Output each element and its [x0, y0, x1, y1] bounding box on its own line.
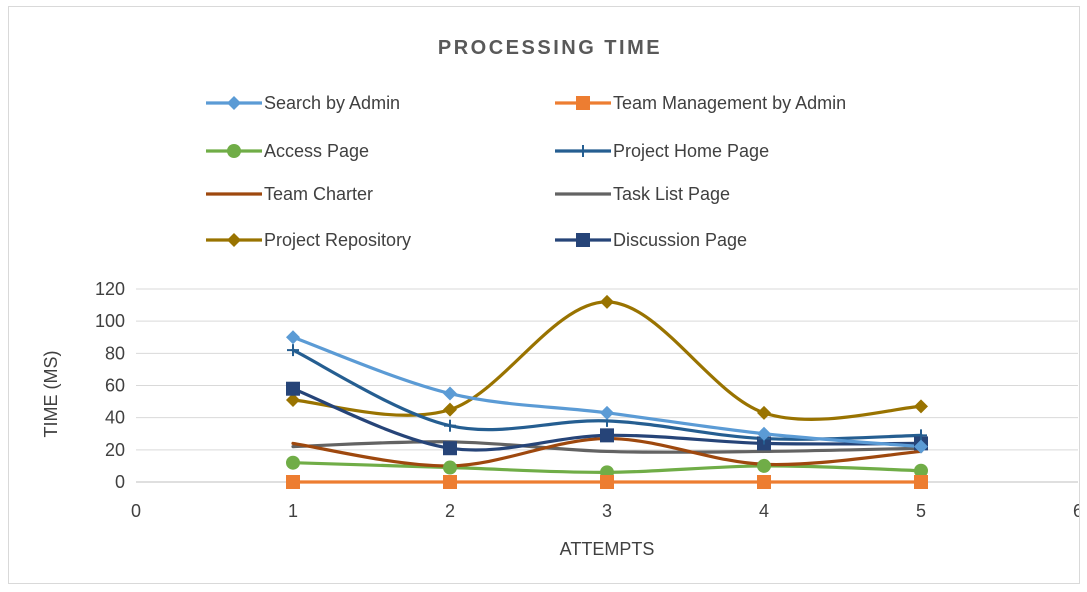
legend-item-access-page: Access Page	[206, 141, 369, 161]
x-tick-label-4: 4	[759, 501, 769, 521]
y-tick-label-60: 60	[105, 376, 125, 396]
legend-label-team-charter: Team Charter	[264, 184, 373, 204]
data-point-team-management-by-admin-2	[443, 475, 457, 489]
y-tick-label-80: 80	[105, 343, 125, 363]
gridlines	[136, 288, 1078, 483]
chart-svg: PROCESSING TIME Search by Admin Team Mana…	[41, 37, 1079, 559]
data-point-team-management-by-admin-1	[286, 475, 300, 489]
series-lines	[291, 300, 923, 484]
data-point-project-home-page-1	[287, 344, 299, 357]
x-tick-label-3: 3	[602, 501, 612, 521]
y-tick-label-100: 100	[95, 311, 125, 331]
legend-label-project-home-page: Project Home Page	[613, 141, 769, 161]
x-tick-label-5: 5	[916, 501, 926, 521]
data-point-discussion-page-2	[443, 441, 457, 456]
y-tick-label-0: 0	[115, 472, 125, 492]
data-point-project-home-page-2	[444, 419, 456, 432]
legend-item-task-list-page: Task List Page	[555, 184, 730, 204]
x-tick-label-6: 6	[1073, 501, 1079, 521]
legend-item-project-home-page: Project Home Page	[555, 141, 769, 161]
legend-marker-project-home-page	[577, 145, 589, 157]
data-point-project-repository-2	[443, 402, 457, 417]
legend-item-team-management-by-admin: Team Management by Admin	[555, 93, 846, 113]
data-point-discussion-page-1	[286, 381, 300, 396]
data-point-team-management-by-admin-4	[757, 475, 771, 489]
legend-marker-search-by-admin	[227, 96, 241, 110]
x-tick-label-2: 2	[445, 501, 455, 521]
data-point-access-page-1	[286, 455, 300, 470]
data-point-discussion-page-3	[600, 428, 614, 443]
data-point-search-by-admin-1	[286, 330, 300, 345]
y-axis-title: TIME (MS)	[41, 351, 61, 438]
data-point-team-management-by-admin-5	[914, 475, 928, 489]
data-point-search-by-admin-2	[443, 386, 457, 401]
legend-label-access-page: Access Page	[264, 141, 369, 161]
y-tick-label-120: 120	[95, 279, 125, 299]
legend-label-project-repository: Project Repository	[264, 230, 411, 250]
legend-item-project-repository: Project Repository	[206, 230, 411, 250]
x-tick-label-0: 0	[131, 501, 141, 521]
x-tick-label-1: 1	[288, 501, 298, 521]
data-point-access-page-4	[757, 458, 771, 473]
data-point-project-repository-5	[914, 399, 928, 414]
legend-item-discussion-page: Discussion Page	[555, 230, 747, 250]
legend-label-task-list-page: Task List Page	[613, 184, 730, 204]
legend: Search by Admin Team Management by Admin A…	[206, 93, 846, 250]
data-point-team-management-by-admin-3	[600, 475, 614, 489]
legend-label-search-by-admin: Search by Admin	[264, 93, 400, 113]
legend-item-search-by-admin: Search by Admin	[206, 93, 400, 113]
axes: 0 20 40 60 80 100 120 0 1 2 3 4 5 6	[95, 279, 1079, 521]
y-tick-label-40: 40	[105, 408, 125, 428]
legend-item-team-charter: Team Charter	[206, 184, 373, 204]
x-axis-title: ATTEMPTS	[560, 539, 655, 559]
legend-marker-project-repository	[227, 233, 241, 247]
legend-marker-team-management-by-admin	[576, 96, 590, 110]
legend-marker-discussion-page	[576, 233, 590, 247]
legend-marker-access-page	[227, 144, 241, 158]
chart-title: PROCESSING TIME	[438, 37, 662, 59]
data-point-project-repository-3	[600, 294, 614, 309]
y-tick-label-20: 20	[105, 440, 125, 460]
chart-area: PROCESSING TIME Search by Admin Team Mana…	[8, 6, 1080, 584]
data-point-access-page-2	[443, 460, 457, 475]
legend-label-discussion-page: Discussion Page	[613, 230, 747, 250]
legend-label-team-management-by-admin: Team Management by Admin	[613, 93, 846, 113]
